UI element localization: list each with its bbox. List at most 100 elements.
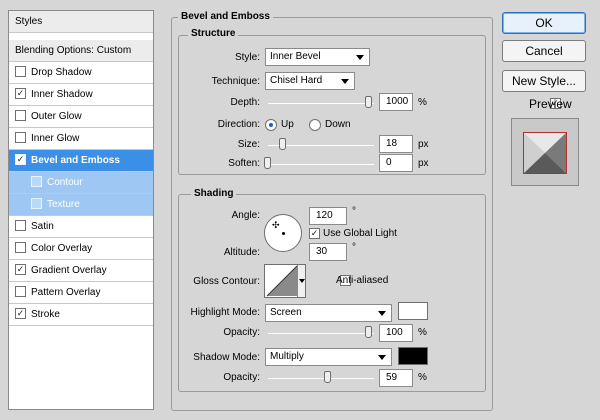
- highlight-mode-value: Screen: [270, 307, 302, 318]
- shadow-opacity-track[interactable]: [268, 378, 374, 379]
- altitude-input[interactable]: 30: [309, 243, 347, 261]
- styles-list: Styles Blending Options: Custom Drop Sha…: [8, 10, 154, 410]
- style-item-label: Texture: [47, 199, 80, 210]
- direction-up-radio[interactable]: [265, 119, 277, 131]
- style-item-label: Inner Shadow: [31, 89, 93, 100]
- angle-label: Angle:: [231, 210, 260, 221]
- style-item-outer-glow[interactable]: Outer Glow: [9, 106, 153, 128]
- bevel-and-emboss-checkbox[interactable]: ✓: [15, 153, 26, 165]
- style-item-satin[interactable]: Satin: [9, 216, 153, 238]
- highlight-opacity-input[interactable]: 100: [379, 324, 413, 342]
- angle-input[interactable]: 120: [309, 207, 347, 225]
- global-light-checkbox[interactable]: ✓: [309, 228, 320, 239]
- chevron-down-icon: [341, 79, 349, 84]
- global-light-label: Use Global Light: [323, 228, 397, 239]
- depth-slider-track[interactable]: [268, 103, 374, 104]
- style-item-inner-glow[interactable]: Inner Glow: [9, 128, 153, 150]
- style-item-drop-shadow[interactable]: Drop Shadow: [9, 62, 153, 84]
- highlight-mode-label: Highlight Mode:: [190, 307, 260, 318]
- soften-slider-track[interactable]: [268, 164, 374, 165]
- direction-down-label: Down: [325, 119, 351, 130]
- blending-options-item[interactable]: Blending Options: Custom: [9, 40, 153, 62]
- inner-glow-checkbox[interactable]: [15, 131, 26, 143]
- size-input[interactable]: 18: [379, 135, 413, 153]
- direction-label: Direction:: [217, 119, 260, 130]
- chevron-down-icon: [356, 55, 364, 60]
- dial-crosshair-icon: ✣: [272, 220, 280, 230]
- style-dropdown[interactable]: Inner Bevel: [265, 48, 370, 66]
- style-item-gradient-overlay[interactable]: ✓ Gradient Overlay: [9, 260, 153, 282]
- style-item-label: Inner Glow: [31, 133, 80, 144]
- highlight-opacity-track[interactable]: [268, 333, 374, 334]
- shadow-color-swatch[interactable]: [398, 347, 428, 365]
- soften-input[interactable]: 0: [379, 154, 413, 172]
- shadow-opacity-unit: %: [418, 372, 427, 383]
- shadow-mode-dropdown[interactable]: Multiply: [265, 348, 392, 366]
- anti-aliased-label: Anti-aliased: [336, 275, 389, 286]
- style-item-label: Gradient Overlay: [31, 265, 107, 276]
- depth-slider-thumb[interactable]: [365, 96, 372, 108]
- chevron-down-icon: [299, 279, 305, 283]
- altitude-label: Altitude:: [223, 247, 260, 258]
- style-item-color-overlay[interactable]: Color Overlay: [9, 238, 153, 260]
- highlight-opacity-label: Opacity:: [223, 327, 260, 338]
- inner-shadow-checkbox[interactable]: ✓: [15, 87, 26, 99]
- style-item-label: Color Overlay: [31, 243, 93, 254]
- technique-dropdown-value: Chisel Hard: [270, 75, 323, 86]
- style-item-stroke[interactable]: ✓ Stroke: [9, 304, 153, 326]
- style-item-contour[interactable]: Contour: [9, 172, 153, 194]
- highlight-mode-dropdown[interactable]: Screen: [265, 304, 392, 322]
- outer-glow-checkbox[interactable]: [15, 109, 26, 121]
- shadow-opacity-input[interactable]: 59: [379, 369, 413, 387]
- stroke-checkbox[interactable]: ✓: [15, 307, 26, 319]
- shadow-opacity-label: Opacity:: [223, 372, 260, 383]
- shadow-mode-value: Multiply: [270, 351, 304, 362]
- texture-checkbox[interactable]: [31, 197, 42, 209]
- gloss-contour-label: Gloss Contour:: [193, 276, 260, 287]
- new-style-button[interactable]: New Style...: [502, 70, 586, 92]
- satin-checkbox[interactable]: [15, 219, 26, 231]
- gradient-overlay-checkbox[interactable]: ✓: [15, 263, 26, 275]
- chevron-down-icon: [378, 311, 386, 316]
- highlight-opacity-unit: %: [418, 327, 427, 338]
- depth-unit: %: [418, 97, 427, 108]
- gloss-contour-picker[interactable]: [264, 264, 306, 298]
- angle-dial[interactable]: ✣: [264, 214, 302, 252]
- contour-dropdown-arrow[interactable]: [297, 265, 305, 297]
- depth-input[interactable]: 1000: [379, 93, 413, 111]
- style-item-inner-shadow[interactable]: ✓ Inner Shadow: [9, 84, 153, 106]
- style-item-pattern-overlay[interactable]: Pattern Overlay: [9, 282, 153, 304]
- bevel-preview-icon: [523, 132, 567, 174]
- soften-unit: px: [418, 158, 429, 169]
- style-item-label: Drop Shadow: [31, 67, 92, 78]
- ok-button[interactable]: OK: [502, 12, 586, 34]
- preview-label: Preview: [529, 97, 572, 111]
- style-item-label: Satin: [31, 221, 54, 232]
- direction-up-label: Up: [281, 119, 294, 130]
- style-item-bevel-and-emboss[interactable]: ✓ Bevel and Emboss: [9, 150, 153, 172]
- shadow-opacity-thumb[interactable]: [324, 371, 331, 383]
- pattern-overlay-checkbox[interactable]: [15, 285, 26, 297]
- style-dropdown-value: Inner Bevel: [270, 51, 321, 62]
- style-item-label: Bevel and Emboss: [31, 155, 120, 166]
- style-item-label: Outer Glow: [31, 111, 82, 122]
- soften-slider-thumb[interactable]: [264, 157, 271, 169]
- size-label: Size:: [237, 139, 260, 150]
- style-item-texture[interactable]: Texture: [9, 194, 153, 216]
- technique-dropdown[interactable]: Chisel Hard: [265, 72, 355, 90]
- cancel-button[interactable]: Cancel: [502, 40, 586, 62]
- size-slider-thumb[interactable]: [279, 138, 286, 150]
- altitude-unit: °: [352, 242, 356, 253]
- style-item-label: Contour: [47, 177, 83, 188]
- chevron-down-icon: [378, 355, 386, 360]
- style-item-label: Stroke: [31, 309, 60, 320]
- drop-shadow-checkbox[interactable]: [15, 65, 26, 77]
- highlight-opacity-thumb[interactable]: [365, 326, 372, 338]
- highlight-color-swatch[interactable]: [398, 302, 428, 320]
- styles-header[interactable]: Styles: [9, 11, 153, 33]
- dial-center-icon: [282, 232, 285, 235]
- direction-down-radio[interactable]: [309, 119, 321, 131]
- style-item-label: Pattern Overlay: [31, 287, 101, 298]
- contour-checkbox[interactable]: [31, 175, 42, 187]
- color-overlay-checkbox[interactable]: [15, 241, 26, 253]
